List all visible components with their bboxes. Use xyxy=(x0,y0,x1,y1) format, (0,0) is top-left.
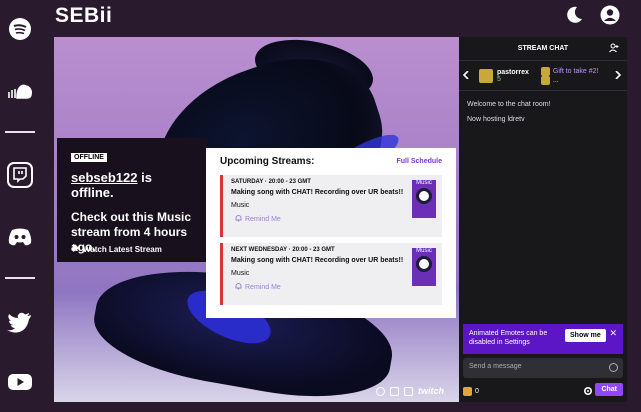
social-rail xyxy=(0,0,40,412)
rail-divider xyxy=(5,277,35,279)
twitter-icon[interactable] xyxy=(7,310,33,336)
bell-icon xyxy=(235,215,242,224)
theatre-mode-icon[interactable] xyxy=(390,386,399,396)
emote-picker-icon[interactable] xyxy=(609,363,618,372)
chat-send-button[interactable]: Chat xyxy=(595,383,623,396)
gift-icon xyxy=(479,68,493,83)
twitch-logo[interactable]: twitch xyxy=(418,386,444,396)
chat-panel: STREAM CHAT pastorrex 5 Gift to take #2!… xyxy=(459,37,627,402)
chat-message: Welcome to the chat room! xyxy=(467,101,551,108)
chat-footer: 0 Chat xyxy=(463,383,623,399)
chat-input[interactable]: Send a message xyxy=(463,358,623,378)
show-me-button[interactable]: Show me xyxy=(565,329,606,342)
moon-icon[interactable] xyxy=(564,5,584,25)
headphones-icon xyxy=(416,256,432,272)
watch-latest-label: Watch Latest Stream xyxy=(83,244,162,254)
emotes-promo-banner: Animated Emotes can be disabled in Setti… xyxy=(463,324,623,354)
channel-points-count: 0 xyxy=(475,387,479,395)
gift-leaderboard: pastorrex 5 Gift to take #2! ... xyxy=(459,61,627,91)
offline-title: sebseb122 is offline. xyxy=(71,170,193,200)
gift-promo[interactable]: Gift to take #2! xyxy=(553,68,599,75)
users-icon[interactable] xyxy=(609,43,619,55)
channel-link[interactable]: sebseb122 xyxy=(71,170,138,185)
category-thumbnail[interactable]: Music xyxy=(412,248,436,286)
remind-me-button[interactable]: Remind Me xyxy=(231,215,434,224)
discord-icon[interactable] xyxy=(7,224,33,250)
settings-icon[interactable] xyxy=(376,386,385,396)
upcoming-title: Upcoming Streams: xyxy=(220,156,315,167)
chat-title: STREAM CHAT xyxy=(517,45,569,52)
category-thumbnail[interactable]: Music xyxy=(412,180,436,218)
spotify-icon[interactable] xyxy=(7,16,33,42)
upcoming-streams-card: Upcoming Streams: Full Schedule SATURDAY… xyxy=(206,148,456,318)
gift-icon xyxy=(540,75,550,85)
stream-item[interactable]: NEXT WEDNESDAY · 20:00 - 23 GMT Making s… xyxy=(220,243,442,305)
player-controls: twitch xyxy=(376,386,444,396)
offline-card: OFFLINE sebseb122 is offline. Check out … xyxy=(57,138,207,262)
gear-icon[interactable] xyxy=(583,386,593,398)
soundcloud-icon[interactable] xyxy=(7,78,33,104)
promo-text: Animated Emotes can be disabled in Setti… xyxy=(469,330,548,346)
play-icon xyxy=(73,244,80,254)
stream-category[interactable]: Music xyxy=(231,270,434,277)
stream-when: NEXT WEDNESDAY · 20:00 - 23 GMT xyxy=(231,247,335,253)
watch-latest-button[interactable]: Watch Latest Stream xyxy=(73,244,162,254)
headphones-icon xyxy=(416,188,432,204)
rail-divider xyxy=(5,131,35,133)
channel-points-icon[interactable] xyxy=(463,386,472,396)
chevron-left-icon[interactable] xyxy=(462,69,469,81)
bell-icon xyxy=(235,283,242,292)
stream-category[interactable]: Music xyxy=(231,202,434,209)
stream-item[interactable]: SATURDAY · 20:00 - 23 GMT Making song wi… xyxy=(220,175,442,237)
gift-count: 5 xyxy=(497,75,501,83)
account-icon[interactable] xyxy=(600,5,620,25)
youtube-icon[interactable] xyxy=(7,369,33,395)
fullscreen-icon[interactable] xyxy=(404,386,413,396)
close-icon[interactable]: ✕ xyxy=(609,329,617,338)
offline-badge: OFFLINE xyxy=(71,153,107,162)
full-schedule-link[interactable]: Full Schedule xyxy=(396,158,442,165)
gifter-name[interactable]: pastorrex xyxy=(497,69,529,76)
brand-title[interactable]: SEBii xyxy=(55,4,112,28)
stream-title: Making song with CHAT! Recording over UR… xyxy=(231,257,404,264)
remind-me-button[interactable]: Remind Me xyxy=(231,283,434,292)
stream-title: Making song with CHAT! Recording over UR… xyxy=(231,189,404,196)
gift-icon xyxy=(540,66,550,76)
chevron-right-icon[interactable] xyxy=(615,69,622,81)
stream-when: SATURDAY · 20:00 - 23 GMT xyxy=(231,179,311,185)
twitch-icon[interactable] xyxy=(7,162,33,188)
chat-header: STREAM CHAT xyxy=(459,37,627,61)
chat-message: Now hosting ldretv xyxy=(467,116,525,123)
